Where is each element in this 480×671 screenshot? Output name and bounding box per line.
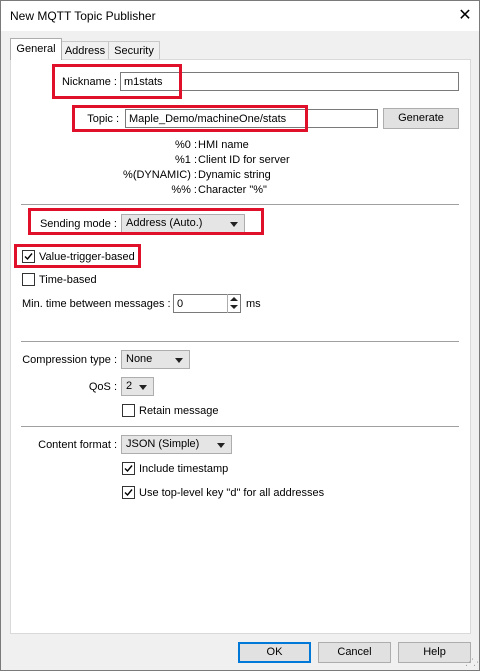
hint-code-1: %1 : <box>174 154 197 166</box>
content-format-value: JSON (Simple) <box>126 438 200 450</box>
value-trigger-highlight <box>14 244 141 268</box>
close-icon[interactable]: ✕ <box>453 4 477 28</box>
tab-security[interactable]: Security <box>108 41 160 60</box>
ok-button[interactable]: OK <box>238 642 311 663</box>
tab-general-label: General <box>16 43 56 55</box>
qos-label: QoS : <box>88 381 117 393</box>
content-format-label: Content format : <box>38 439 117 451</box>
retain-checkbox[interactable] <box>122 404 135 417</box>
include-timestamp-label: Include timestamp <box>139 463 229 475</box>
top-level-key-checkbox[interactable] <box>122 486 135 499</box>
divider-1 <box>21 204 459 205</box>
resize-grip-icon[interactable]: ⋰⋰ <box>465 657 480 668</box>
sending-mode-highlight <box>28 208 264 235</box>
cancel-button[interactable]: Cancel <box>318 642 391 663</box>
title-bar: New MQTT Topic Publisher ✕ <box>1 1 479 31</box>
tab-address[interactable]: Address <box>60 41 110 60</box>
compression-label: Compression type : <box>22 354 117 366</box>
check-icon <box>124 489 133 497</box>
retain-label: Retain message <box>139 405 219 417</box>
tab-general[interactable]: General <box>10 38 62 60</box>
generate-button[interactable]: Generate <box>383 108 459 129</box>
hint-code-2: %(DYNAMIC) : <box>123 169 197 181</box>
help-button[interactable]: Help <box>398 642 471 663</box>
divider-3 <box>21 426 459 427</box>
tab-address-label: Address <box>64 45 106 57</box>
qos-value: 2 <box>126 380 133 392</box>
include-timestamp-checkbox[interactable] <box>122 462 135 475</box>
check-icon <box>124 465 133 473</box>
chevron-down-icon <box>175 358 183 363</box>
compression-select[interactable]: None <box>121 350 190 369</box>
top-level-key-label: Use top-level key "d" for all addresses <box>139 487 325 499</box>
min-time-value: 0 <box>177 298 184 310</box>
hint-desc-0: HMI name <box>198 139 249 151</box>
divider-2 <box>21 341 459 342</box>
hint-code-3: %% : <box>171 184 197 196</box>
chevron-down-icon <box>139 385 147 390</box>
content-format-select[interactable]: JSON (Simple) <box>121 435 232 454</box>
min-time-unit: ms <box>246 298 261 310</box>
spinner-arrows-icon[interactable] <box>227 294 240 313</box>
tab-security-label: Security <box>114 45 154 57</box>
min-time-label: Min. time between messages : <box>22 298 171 310</box>
time-based-checkbox[interactable] <box>22 273 35 286</box>
compression-value: None <box>126 353 153 365</box>
hint-desc-3: Character "%" <box>198 184 267 196</box>
min-time-input[interactable]: 0 <box>173 294 241 313</box>
topic-highlight <box>72 105 308 132</box>
window-title: New MQTT Topic Publisher <box>10 9 156 23</box>
hint-desc-2: Dynamic string <box>198 169 271 181</box>
chevron-down-icon <box>217 443 225 448</box>
nickname-highlight <box>52 64 182 99</box>
qos-select[interactable]: 2 <box>121 377 154 396</box>
hint-desc-1: Client ID for server <box>198 154 290 166</box>
hint-code-0: %0 : <box>174 139 197 151</box>
dialog-window: New MQTT Topic Publisher ✕ General Addre… <box>0 0 480 671</box>
time-based-label: Time-based <box>39 274 97 286</box>
